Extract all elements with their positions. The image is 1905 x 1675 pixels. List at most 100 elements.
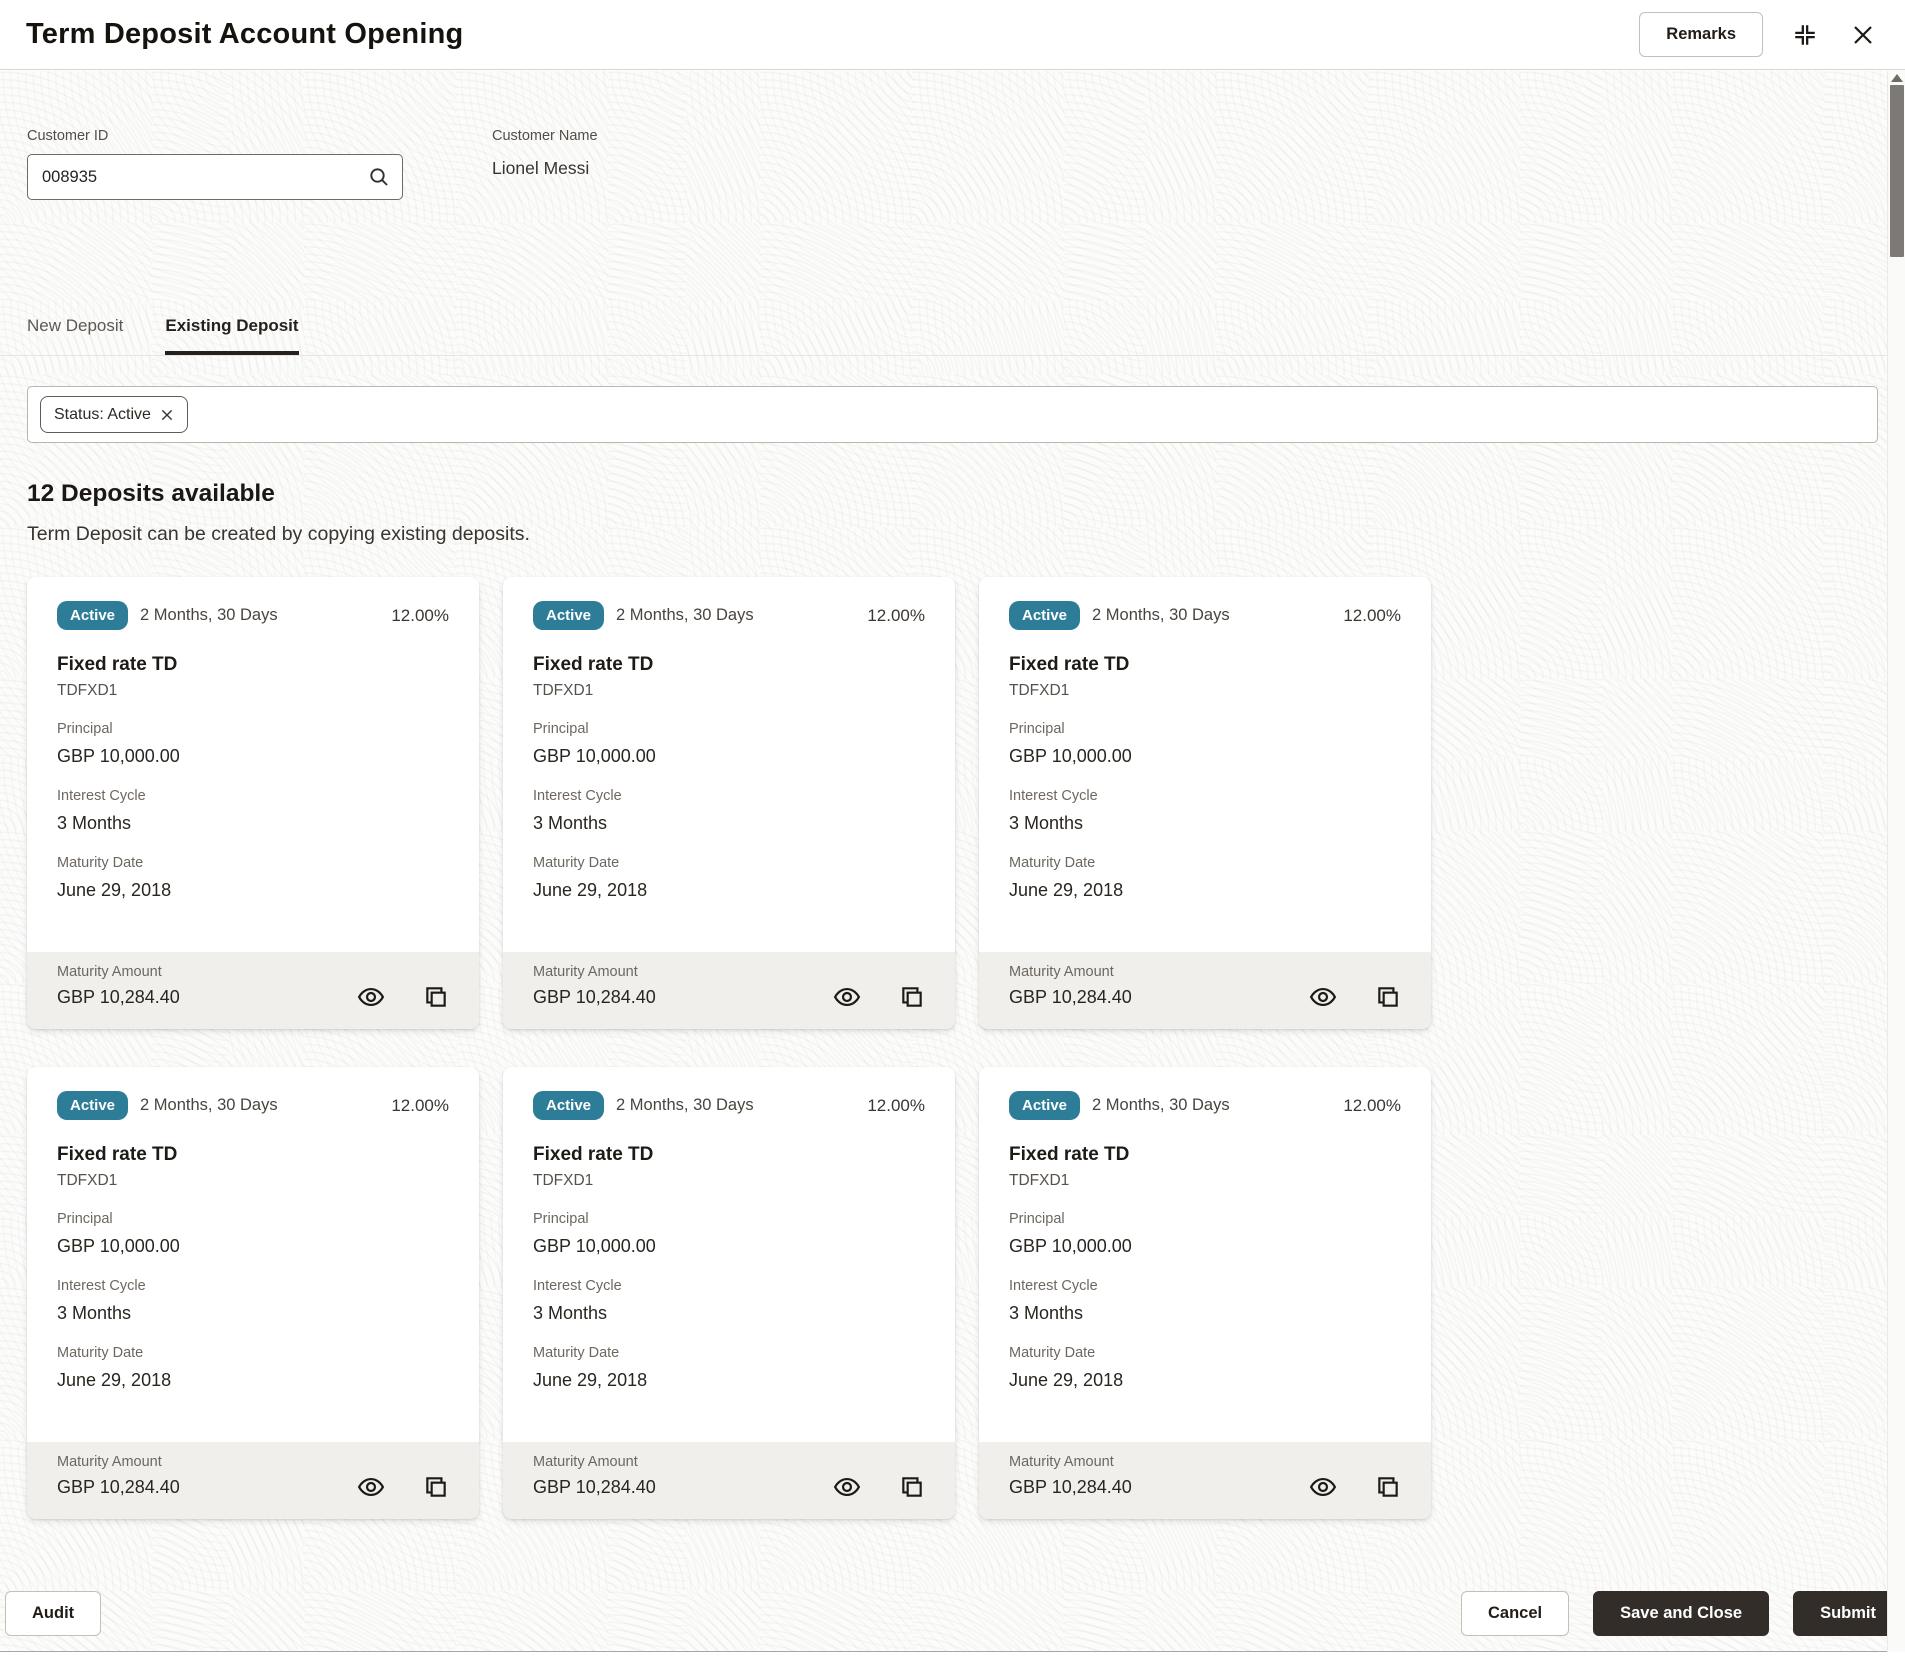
view-deposit-icon[interactable] <box>1308 982 1338 1012</box>
view-deposit-icon[interactable] <box>832 1472 862 1502</box>
deposit-term: 2 Months, 30 Days <box>140 1096 278 1114</box>
copy-deposit-icon[interactable] <box>1373 1472 1403 1502</box>
maturity-date-label: Maturity Date <box>533 1345 620 1361</box>
customer-name-label: Customer Name <box>492 128 598 144</box>
deposit-term: 2 Months, 30 Days <box>1092 1096 1230 1114</box>
copy-deposit-icon[interactable] <box>1373 982 1403 1012</box>
chip-remove-icon[interactable] <box>160 408 174 422</box>
deposit-card-header: Active 2 Months, 30 Days 12.00% <box>57 601 449 630</box>
term-deposit-account-opening-window: Term Deposit Account Opening Remarks Cus… <box>0 0 1905 1675</box>
deposit-term: 2 Months, 30 Days <box>616 1096 754 1114</box>
interest-rate: 12.00% <box>391 1095 449 1115</box>
interest-rate: 12.00% <box>1343 1095 1401 1115</box>
interest-cycle-label: Interest Cycle <box>533 1278 622 1294</box>
deposits-count-heading: 12 Deposits available <box>27 480 275 507</box>
interest-cycle-label: Interest Cycle <box>533 788 622 804</box>
deposit-card[interactable]: Active 2 Months, 30 Days 12.00% Fixed ra… <box>503 1067 955 1519</box>
product-code: TDFXD1 <box>1009 1172 1070 1189</box>
status-badge: Active <box>57 1091 129 1120</box>
deposit-term: 2 Months, 30 Days <box>140 606 278 624</box>
copy-deposit-icon[interactable] <box>897 1472 927 1502</box>
maturity-amount-label: Maturity Amount <box>57 1454 162 1470</box>
interest-rate: 12.00% <box>867 1095 925 1115</box>
deposit-card-header: Active 2 Months, 30 Days 12.00% <box>1009 1091 1401 1120</box>
deposit-card-footer: Maturity Amount GBP 10,284.40 <box>979 952 1431 1029</box>
customer-section: Customer ID Customer Name Lionel Messi <box>27 128 1878 200</box>
principal-label: Principal <box>57 1211 113 1227</box>
maturity-amount-label: Maturity Amount <box>533 964 638 980</box>
interest-rate: 12.00% <box>1343 605 1401 625</box>
deposit-card-header: Active 2 Months, 30 Days 12.00% <box>533 1091 925 1120</box>
copy-deposit-icon[interactable] <box>421 1472 451 1502</box>
customer-name-value: Lionel Messi <box>492 158 590 178</box>
customer-id-input[interactable] <box>27 154 403 200</box>
tab-new-deposit[interactable]: New Deposit <box>27 316 123 355</box>
product-code: TDFXD1 <box>57 1172 118 1189</box>
maturity-amount-value: GBP 10,284.40 <box>57 987 180 1007</box>
deposit-card-footer: Maturity Amount GBP 10,284.40 <box>503 952 955 1029</box>
interest-rate: 12.00% <box>867 605 925 625</box>
close-icon[interactable] <box>1847 19 1879 51</box>
filter-chip-status-active[interactable]: Status: Active <box>40 396 188 433</box>
deposit-card-header: Active 2 Months, 30 Days 12.00% <box>1009 601 1401 630</box>
window-header: Term Deposit Account Opening Remarks <box>0 0 1905 70</box>
deposit-tabs: New Deposit Existing Deposit <box>0 316 1905 356</box>
maturity-date-label: Maturity Date <box>533 855 620 871</box>
interest-cycle-value: 3 Months <box>533 813 608 833</box>
product-name: Fixed rate TD <box>1009 654 1130 675</box>
copy-deposit-icon[interactable] <box>897 982 927 1012</box>
deposit-card[interactable]: Active 2 Months, 30 Days 12.00% Fixed ra… <box>979 577 1431 1029</box>
header-actions: Remarks <box>1639 12 1879 57</box>
view-deposit-icon[interactable] <box>356 1472 386 1502</box>
vertical-scrollbar[interactable] <box>1887 71 1905 1652</box>
status-badge: Active <box>1009 1091 1081 1120</box>
view-deposit-icon[interactable] <box>832 982 862 1012</box>
maturity-date-value: June 29, 2018 <box>1009 1370 1124 1390</box>
status-badge: Active <box>1009 601 1081 630</box>
principal-label: Principal <box>1009 1211 1065 1227</box>
interest-cycle-label: Interest Cycle <box>1009 788 1098 804</box>
deposit-card-grid: Active 2 Months, 30 Days 12.00% Fixed ra… <box>27 577 1878 1519</box>
deposit-card-footer: Maturity Amount GBP 10,284.40 <box>27 1442 479 1519</box>
product-code: TDFXD1 <box>533 682 594 699</box>
deposits-subtitle: Term Deposit can be created by copying e… <box>27 523 530 545</box>
interest-cycle-label: Interest Cycle <box>57 788 146 804</box>
principal-value: GBP 10,000.00 <box>57 746 180 766</box>
maturity-amount-label: Maturity Amount <box>533 1454 638 1470</box>
remarks-button[interactable]: Remarks <box>1639 12 1763 57</box>
search-icon[interactable] <box>367 165 391 194</box>
collapse-icon[interactable] <box>1789 19 1821 51</box>
customer-id-field: Customer ID <box>27 128 403 200</box>
principal-value: GBP 10,000.00 <box>533 746 656 766</box>
customer-id-label: Customer ID <box>27 128 109 144</box>
view-deposit-icon[interactable] <box>356 982 386 1012</box>
maturity-date-label: Maturity Date <box>1009 1345 1096 1361</box>
scrollbar-thumb[interactable] <box>1890 85 1904 257</box>
maturity-amount-value: GBP 10,284.40 <box>1009 987 1132 1007</box>
principal-value: GBP 10,000.00 <box>1009 746 1132 766</box>
maturity-date-label: Maturity Date <box>57 1345 144 1361</box>
product-name: Fixed rate TD <box>57 654 178 675</box>
deposit-card[interactable]: Active 2 Months, 30 Days 12.00% Fixed ra… <box>27 577 479 1029</box>
principal-label: Principal <box>533 1211 589 1227</box>
deposit-card[interactable]: Active 2 Months, 30 Days 12.00% Fixed ra… <box>503 577 955 1029</box>
deposit-card[interactable]: Active 2 Months, 30 Days 12.00% Fixed ra… <box>27 1067 479 1519</box>
tab-existing-deposit[interactable]: Existing Deposit <box>165 316 299 355</box>
principal-value: GBP 10,000.00 <box>533 1236 656 1256</box>
maturity-amount-label: Maturity Amount <box>1009 1454 1114 1470</box>
customer-name-field: Customer Name Lionel Messi <box>492 128 598 200</box>
view-deposit-icon[interactable] <box>1308 1472 1338 1502</box>
deposit-card[interactable]: Active 2 Months, 30 Days 12.00% Fixed ra… <box>979 1067 1431 1519</box>
scroll-up-icon[interactable] <box>1891 74 1903 82</box>
status-badge: Active <box>533 601 605 630</box>
status-badge: Active <box>57 601 129 630</box>
filter-input[interactable]: Status: Active <box>27 386 1878 443</box>
save-and-close-button[interactable]: Save and Close <box>1593 1591 1770 1636</box>
status-badge: Active <box>533 1091 605 1120</box>
cancel-button[interactable]: Cancel <box>1460 1591 1570 1636</box>
maturity-amount-value: GBP 10,284.40 <box>533 1477 656 1497</box>
copy-deposit-icon[interactable] <box>421 982 451 1012</box>
product-name: Fixed rate TD <box>533 1144 654 1165</box>
maturity-amount-label: Maturity Amount <box>1009 964 1114 980</box>
audit-button[interactable]: Audit <box>5 1591 102 1636</box>
